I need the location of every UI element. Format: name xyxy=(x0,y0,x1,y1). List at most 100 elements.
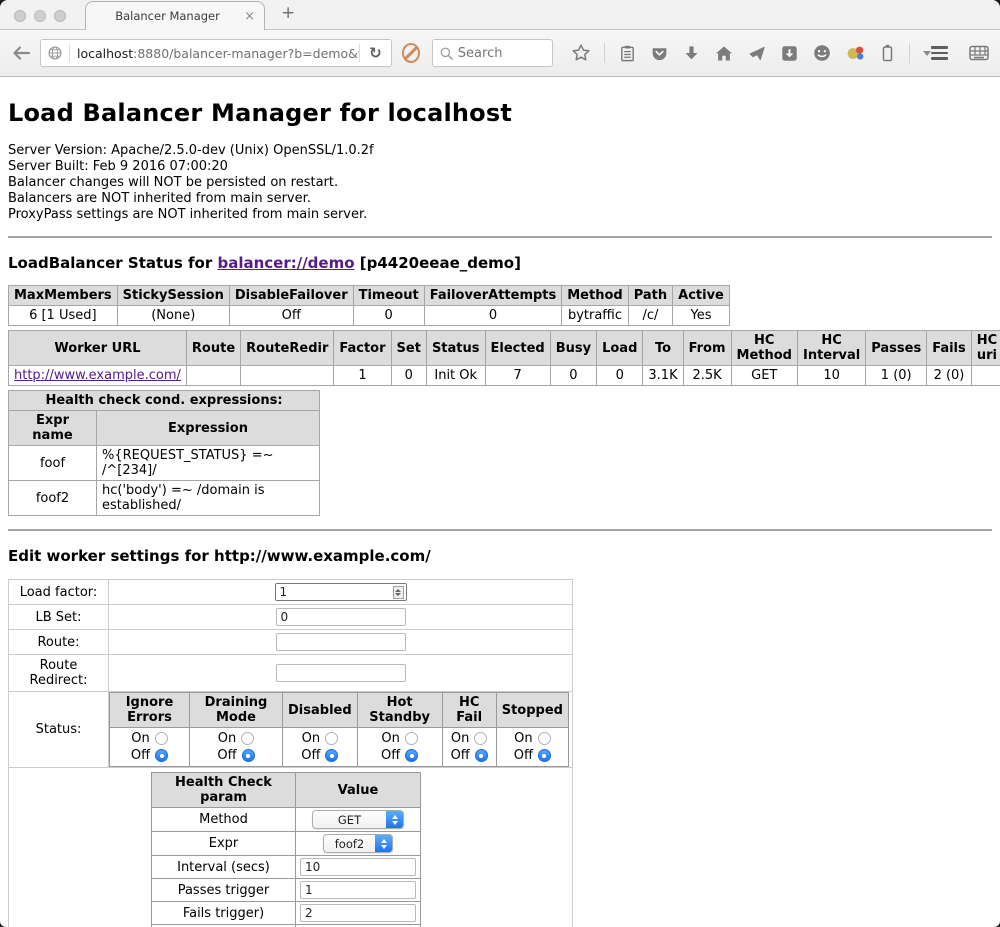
cell-stickysession: (None) xyxy=(117,306,229,326)
dropdown-caret-icon[interactable] xyxy=(923,51,931,56)
hot-standby-off-radio[interactable] xyxy=(405,749,418,762)
col-expression: Expression xyxy=(97,411,320,446)
window-zoom-button[interactable] xyxy=(54,10,66,22)
form-row-lb-set: LB Set: xyxy=(9,605,573,630)
ignore-errors-off-radio[interactable] xyxy=(155,749,168,762)
cell-passes: 1 (0) xyxy=(866,366,927,386)
url-bar[interactable]: localhost:8880/balancer-manager?b=demo&w… xyxy=(40,39,392,67)
window-controls xyxy=(14,10,66,22)
stopped-off-radio[interactable] xyxy=(538,749,551,762)
cell-path: /c/ xyxy=(628,306,672,326)
heading-suffix: [p4420eeae_demo] xyxy=(355,254,521,272)
health-check-expressions-table: Health check cond. expressions: Expr nam… xyxy=(8,390,320,516)
passes-input[interactable] xyxy=(300,881,416,899)
colored-dots-icon[interactable] xyxy=(845,43,866,63)
new-tab-button[interactable]: + xyxy=(265,0,295,29)
method-label: Method xyxy=(152,808,296,832)
tab-close-icon[interactable]: × xyxy=(235,9,264,24)
cell-expr-name: foof xyxy=(9,446,97,481)
cell-route xyxy=(186,366,240,386)
balancer-link[interactable]: balancer://demo xyxy=(217,254,354,272)
back-icon[interactable] xyxy=(10,43,32,63)
stopped-on-radio[interactable] xyxy=(538,732,551,745)
col-hc-interval: HC Interval xyxy=(797,331,865,366)
form-row-status: Status: Ignore Errors Draining Mode Disa… xyxy=(9,692,573,768)
cell-busy: 0 xyxy=(550,366,596,386)
col-disablefailover: DisableFailover xyxy=(229,286,353,306)
status-radio-row: On Off On Off On Off xyxy=(110,728,569,767)
window-close-button[interactable] xyxy=(14,10,26,22)
server-info: Server Version: Apache/2.5.0-dev (Unix) … xyxy=(8,143,992,223)
blocked-icon[interactable] xyxy=(402,43,420,63)
table-row: foof %{REQUEST_STATUS} =~ /^[234]/ xyxy=(9,446,320,481)
battery-icon[interactable] xyxy=(879,43,896,63)
lb-set-input[interactable] xyxy=(276,608,406,626)
send-icon[interactable] xyxy=(747,44,767,63)
ignore-errors-on-radio[interactable] xyxy=(155,732,168,745)
draining-mode-on-radio[interactable] xyxy=(241,732,254,745)
search-icon xyxy=(439,46,454,61)
smiley-icon[interactable] xyxy=(812,43,832,63)
hc-fail-off-radio[interactable] xyxy=(475,749,488,762)
method-select[interactable]: GET xyxy=(312,810,404,829)
browser-tab[interactable]: Balancer Manager × xyxy=(85,1,265,30)
page-content: Load Balancer Manager for localhost Serv… xyxy=(0,99,1000,927)
tab-bar: Balancer Manager × + xyxy=(0,0,1000,30)
search-input[interactable] xyxy=(458,46,546,61)
cell-fails: 2 (0) xyxy=(927,366,972,386)
hc-row-expr: Expr foof2 xyxy=(152,832,421,856)
off-label: Off xyxy=(131,748,150,763)
star-icon[interactable] xyxy=(571,43,591,63)
draining-mode-off-radio[interactable] xyxy=(242,749,255,762)
reading-list-icon[interactable] xyxy=(618,44,637,63)
expr-select[interactable]: foof2 xyxy=(323,834,393,853)
passes-label: Passes trigger xyxy=(152,879,296,902)
balancers-note-line: Balancers are NOT inherited from main se… xyxy=(8,191,992,207)
col-busy: Busy xyxy=(550,331,596,366)
pocket-icon[interactable] xyxy=(650,44,669,63)
toolbar-divider xyxy=(604,43,605,63)
interval-label: Interval (secs) xyxy=(152,856,296,879)
disabled-on-radio[interactable] xyxy=(325,732,338,745)
load-factor-input[interactable] xyxy=(275,583,407,601)
disabled-off-radio[interactable] xyxy=(325,749,338,762)
form-row-health-check: Health Check param Value Method GET xyxy=(9,768,573,927)
hot-standby-on-radio[interactable] xyxy=(405,732,418,745)
col-route: Route xyxy=(186,331,240,366)
number-spinner-icon[interactable] xyxy=(393,586,404,599)
hc-fail-on-radio[interactable] xyxy=(474,732,487,745)
cell-expression: hc('body') =~ /domain is established/ xyxy=(97,481,320,516)
cell-failoverattempts: 0 xyxy=(424,306,562,326)
route-input[interactable] xyxy=(276,633,406,651)
route-redirect-input[interactable] xyxy=(276,664,406,682)
col-hc-value: Value xyxy=(296,773,421,808)
interval-input[interactable] xyxy=(300,858,416,876)
search-bar[interactable] xyxy=(432,39,553,67)
form-row-route: Route: xyxy=(9,630,573,655)
balancer-status-table: MaxMembers StickySession DisableFailover… xyxy=(8,285,730,326)
select-stepper-icon xyxy=(386,811,403,828)
col-hc-method: HC Method xyxy=(731,331,797,366)
reload-icon[interactable]: ↻ xyxy=(360,44,391,62)
col-fails: Fails xyxy=(927,331,972,366)
col-timeout: Timeout xyxy=(353,286,424,306)
col-hc-fail: HC Fail xyxy=(442,693,496,728)
worker-url-link[interactable]: http://www.example.com/ xyxy=(14,368,181,383)
download-icon[interactable] xyxy=(682,44,701,63)
tab-title: Balancer Manager xyxy=(86,9,235,23)
home-icon[interactable] xyxy=(714,44,734,63)
window-minimize-button[interactable] xyxy=(34,10,46,22)
cell-active: Yes xyxy=(673,306,730,326)
square-download-icon[interactable] xyxy=(780,44,799,63)
menu-icon[interactable] xyxy=(931,46,948,60)
cell-factor: 1 xyxy=(334,366,391,386)
grid-icon[interactable] xyxy=(968,43,990,63)
table-header-row: MaxMembers StickySession DisableFailover… xyxy=(9,286,730,306)
edit-worker-form: Load factor: LB Set: Route: Route Redire… xyxy=(8,579,573,927)
fails-input[interactable] xyxy=(300,904,416,922)
worker-status-table: Worker URL Route RouteRedir Factor Set S… xyxy=(8,330,1000,386)
persist-note-line: Balancer changes will NOT be persisted o… xyxy=(8,175,992,191)
on-label: On xyxy=(302,731,320,746)
off-label: Off xyxy=(514,748,533,763)
cell-hc-method: GET xyxy=(731,366,797,386)
